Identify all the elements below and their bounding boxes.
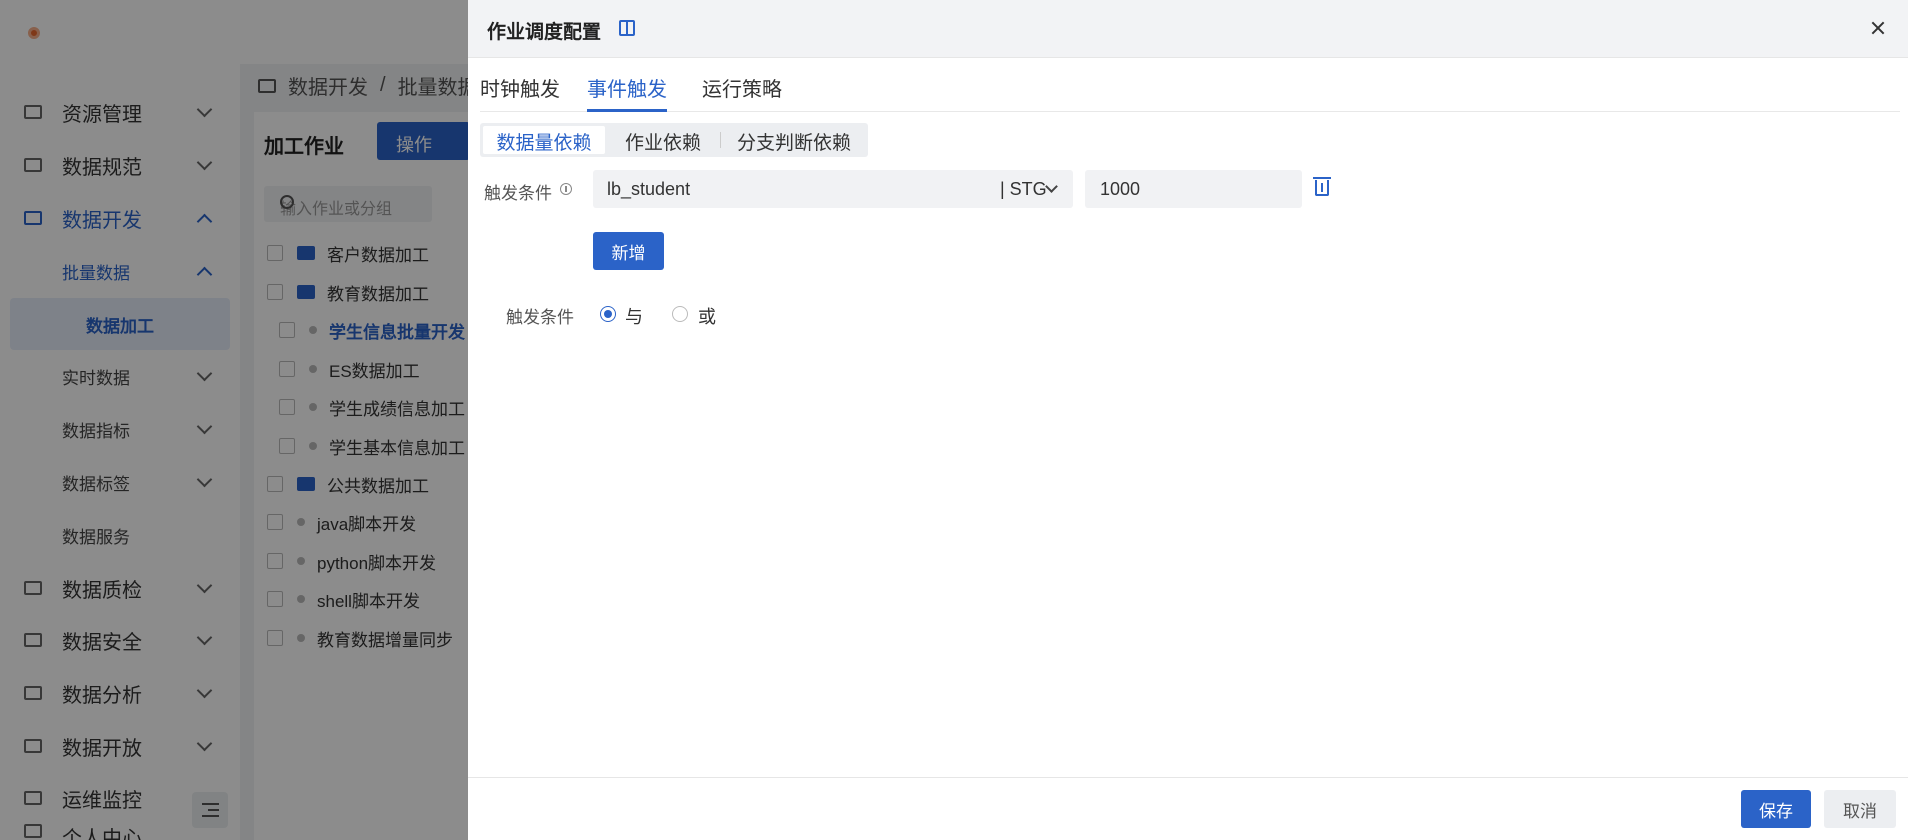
segment-branch-dependency[interactable]: 分支判断依赖 [723, 126, 865, 154]
trigger-tabs: 时钟触发 事件触发 运行策略 [480, 58, 1900, 112]
tab-clock-trigger[interactable]: 时钟触发 [480, 58, 560, 112]
close-icon[interactable] [1867, 18, 1889, 40]
tab-event-trigger[interactable]: 事件触发 [587, 58, 667, 112]
book-icon[interactable] [619, 20, 635, 36]
logic-label: 触发条件 [506, 308, 574, 327]
radio-and[interactable] [600, 306, 616, 322]
trigger-condition-label: 触发条件 [484, 184, 552, 203]
schedule-config-drawer: 作业调度配置 时钟触发 事件触发 运行策略 数据量依赖 作业依赖 分支判断依赖 … [468, 0, 1908, 840]
info-icon[interactable] [560, 183, 572, 195]
modal-mask[interactable] [0, 0, 470, 840]
save-button[interactable]: 保存 [1741, 790, 1811, 828]
source-value: | STG [1000, 179, 1047, 199]
drawer-footer: 保存 取消 [468, 777, 1908, 840]
add-condition-button[interactable]: 新增 [593, 232, 664, 270]
divider [720, 132, 721, 148]
drawer-title: 作业调度配置 [487, 22, 602, 43]
chevron-down-icon [1045, 180, 1058, 193]
segment-data-volume[interactable]: 数据量依赖 [483, 126, 605, 154]
drawer-header: 作业调度配置 [468, 0, 1908, 58]
table-value: lb_student [607, 179, 691, 199]
table-source-select[interactable]: lb_student | STG [593, 170, 1073, 208]
tab-run-policy[interactable]: 运行策略 [702, 58, 782, 112]
segment-job-dependency[interactable]: 作业依赖 [609, 126, 717, 154]
cancel-button[interactable]: 取消 [1824, 790, 1896, 828]
radio-or-label: 或 [698, 307, 716, 327]
dependency-segmented: 数据量依赖 作业依赖 分支判断依赖 [480, 123, 868, 157]
trash-icon[interactable] [1313, 177, 1331, 196]
radio-and-label: 与 [625, 307, 643, 327]
threshold-input[interactable] [1085, 170, 1302, 208]
radio-or[interactable] [672, 306, 688, 322]
